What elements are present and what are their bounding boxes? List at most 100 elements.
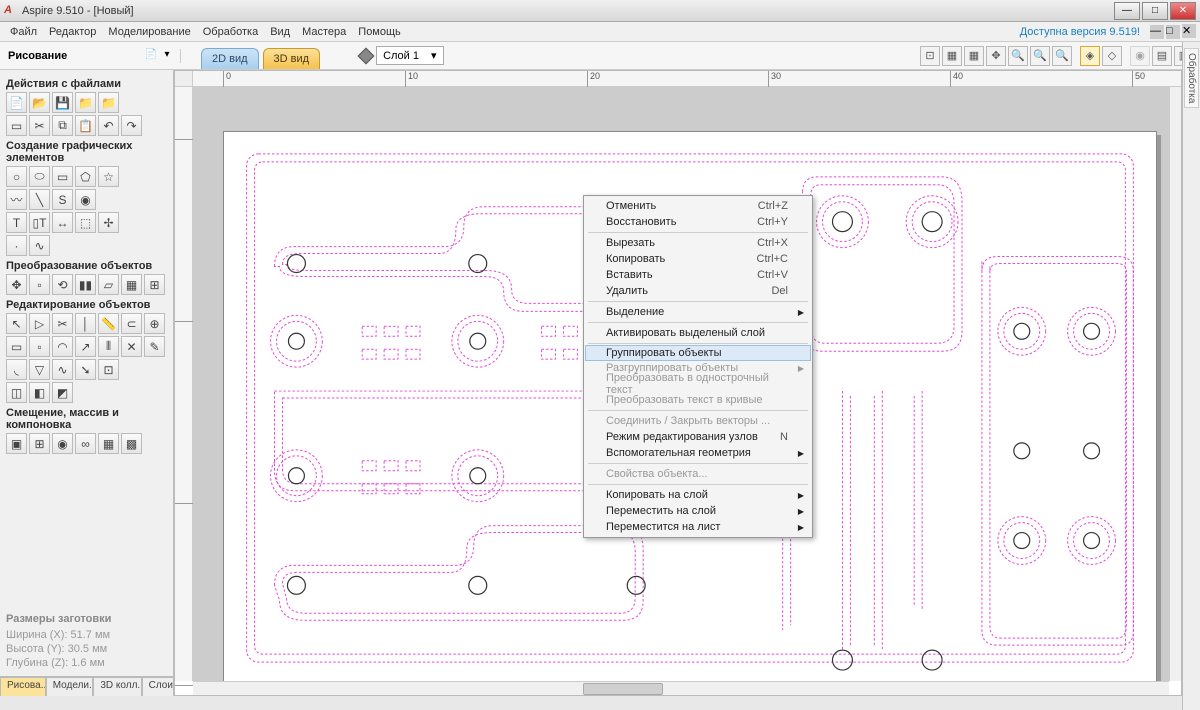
trace-tool[interactable]: ⬚ [75, 212, 96, 233]
job-setup-button[interactable]: ▭ [6, 115, 27, 136]
curve-tool[interactable]: ∿ [29, 235, 50, 256]
join-tool[interactable]: ⊂ [121, 313, 142, 334]
distort-tool[interactable]: ▱ [98, 274, 119, 295]
max-icon[interactable]: □ [1166, 25, 1180, 39]
circle-tool[interactable]: ○ [6, 166, 27, 187]
extend-tool[interactable]: ↗ [75, 336, 96, 357]
intersect-tool[interactable]: ◩ [52, 382, 73, 403]
knife-tool[interactable]: │ [75, 313, 96, 334]
ctx-отменить[interactable]: ОтменитьCtrl+Z [586, 198, 810, 214]
scrollbar-vertical[interactable] [1169, 87, 1181, 681]
ctx-активировать-выделеный-слой[interactable]: Активировать выделеный слой [586, 325, 810, 341]
rect-tool[interactable]: ▭ [52, 166, 73, 187]
btab-layers[interactable]: Слои [142, 677, 174, 696]
brush-tool[interactable]: ✎ [144, 336, 165, 357]
text-block-tool[interactable]: ▯T [29, 212, 50, 233]
measure-tool[interactable]: 📏 [98, 313, 119, 334]
group-tool[interactable]: ▭ [6, 336, 27, 357]
layer-selector[interactable]: Слой 1▾ [376, 46, 443, 65]
stamp-tool[interactable]: ✢ [98, 212, 119, 233]
undo-button[interactable]: ↶ [98, 115, 119, 136]
tab-2d-view[interactable]: 2D вид [201, 48, 259, 69]
open-file-button[interactable]: 📂 [29, 92, 50, 113]
origin-toggle[interactable]: ✥ [986, 46, 1006, 66]
align-tool[interactable]: ▦ [121, 274, 142, 295]
menu-help[interactable]: Помощь [352, 24, 407, 40]
array-path-tool[interactable]: ∞ [75, 433, 96, 454]
minimize-button[interactable]: — [1114, 2, 1140, 20]
ctx-вырезать[interactable]: ВырезатьCtrl+X [586, 235, 810, 251]
star-tool[interactable]: ☆ [98, 166, 119, 187]
new-file-button[interactable]: 📄 [6, 92, 27, 113]
node-edit-tool[interactable]: ▷ [29, 313, 50, 334]
plane-xy[interactable]: ◈ [1080, 46, 1100, 66]
dropdown-icon[interactable]: ▾ [160, 49, 174, 63]
select-tool[interactable]: ↖ [6, 313, 27, 334]
nest-tool[interactable]: ▦ [98, 433, 119, 454]
version-banner[interactable]: Доступна версия 9.519! [1020, 26, 1148, 38]
export-button[interactable]: 📁 [98, 92, 119, 113]
grid2-toggle[interactable]: ▦ [964, 46, 984, 66]
polyline-tool[interactable]: 〰 [6, 189, 27, 210]
plane-xz[interactable]: ◇ [1102, 46, 1122, 66]
ctx-удалить[interactable]: УдалитьDel [586, 283, 810, 299]
close-button[interactable]: ✕ [1170, 2, 1196, 20]
rotate-tool[interactable]: ⟲ [52, 274, 73, 295]
ellipse-tool[interactable]: ⬭ [29, 166, 50, 187]
arrow-tool[interactable]: ➘ [75, 359, 96, 380]
tri-tool[interactable]: ▽ [29, 359, 50, 380]
redo-button[interactable]: ↷ [121, 115, 142, 136]
offset-edit-tool[interactable]: ⫴ [98, 336, 119, 357]
array-grid-tool[interactable]: ⊞ [29, 433, 50, 454]
scale-tool[interactable]: ▫ [29, 274, 50, 295]
shape-tool[interactable]: ◉ [75, 189, 96, 210]
polygon-tool[interactable]: ⬠ [75, 166, 96, 187]
mirror-tool[interactable]: ▮▮ [75, 274, 96, 295]
fix-tool[interactable]: ✕ [121, 336, 142, 357]
menu-file[interactable]: Файл [4, 24, 43, 40]
ctx-переместить-на-слой[interactable]: Переместить на слой▶ [586, 503, 810, 519]
menu-editor[interactable]: Редактор [43, 24, 102, 40]
scrollbar-horizontal[interactable] [193, 681, 1169, 695]
subtract-tool[interactable]: ◧ [29, 382, 50, 403]
merge-tool[interactable]: ◫ [6, 382, 27, 403]
ctx-вставить[interactable]: ВставитьCtrl+V [586, 267, 810, 283]
ctx-группировать-объекты[interactable]: Группировать объекты [585, 345, 811, 361]
bezier-tool[interactable]: ∿ [52, 359, 73, 380]
dim-tool[interactable]: ↔ [52, 212, 73, 233]
tab-3d-view[interactable]: 3D вид [263, 48, 321, 69]
array-circ-tool[interactable]: ◉ [52, 433, 73, 454]
trim-tool[interactable]: ✂ [52, 313, 73, 334]
menu-modeling[interactable]: Моделирование [102, 24, 196, 40]
ctx-копировать-на-слой[interactable]: Копировать на слой▶ [586, 487, 810, 503]
grid-toggle[interactable]: ▦ [942, 46, 962, 66]
line-tool[interactable]: ╲ [29, 189, 50, 210]
spiral-tool[interactable]: S [52, 189, 73, 210]
menu-view[interactable]: Вид [264, 24, 296, 40]
restore-icon[interactable]: — [1150, 25, 1164, 39]
toolpaths-tab[interactable]: Обработка [1184, 48, 1199, 108]
move-tool[interactable]: ✥ [6, 274, 27, 295]
ctx-вспомогательная-геометрия[interactable]: Вспомогательная геометрия▶ [586, 445, 810, 461]
snap-toggle[interactable]: ⊡ [920, 46, 940, 66]
copy-button[interactable]: ⧉ [52, 115, 73, 136]
zoom-tool[interactable]: 🔍 [1008, 46, 1028, 66]
ctx-копировать[interactable]: КопироватьCtrl+C [586, 251, 810, 267]
offset-tool[interactable]: ▣ [6, 433, 27, 454]
tile-h[interactable]: ▤ [1152, 46, 1172, 66]
fit-tool[interactable]: ⊞ [144, 274, 165, 295]
ungroup-tool[interactable]: ▫ [29, 336, 50, 357]
ctx-выделение[interactable]: Выделение▶ [586, 304, 810, 320]
maximize-button[interactable]: □ [1142, 2, 1168, 20]
cut-button[interactable]: ✂ [29, 115, 50, 136]
pin-icon[interactable]: 📄 [144, 49, 158, 63]
weld-tool[interactable]: ⊕ [144, 313, 165, 334]
btab-3dcoll[interactable]: 3D колл... [93, 677, 141, 696]
wrap-tool[interactable]: ⊡ [98, 359, 119, 380]
menu-toolpaths[interactable]: Обработка [197, 24, 264, 40]
save-file-button[interactable]: 💾 [52, 92, 73, 113]
btab-drawing[interactable]: Рисова... [0, 677, 46, 696]
paste-button[interactable]: 📋 [75, 115, 96, 136]
point-tool[interactable]: · [6, 235, 27, 256]
menu-gadgets[interactable]: Мастера [296, 24, 352, 40]
